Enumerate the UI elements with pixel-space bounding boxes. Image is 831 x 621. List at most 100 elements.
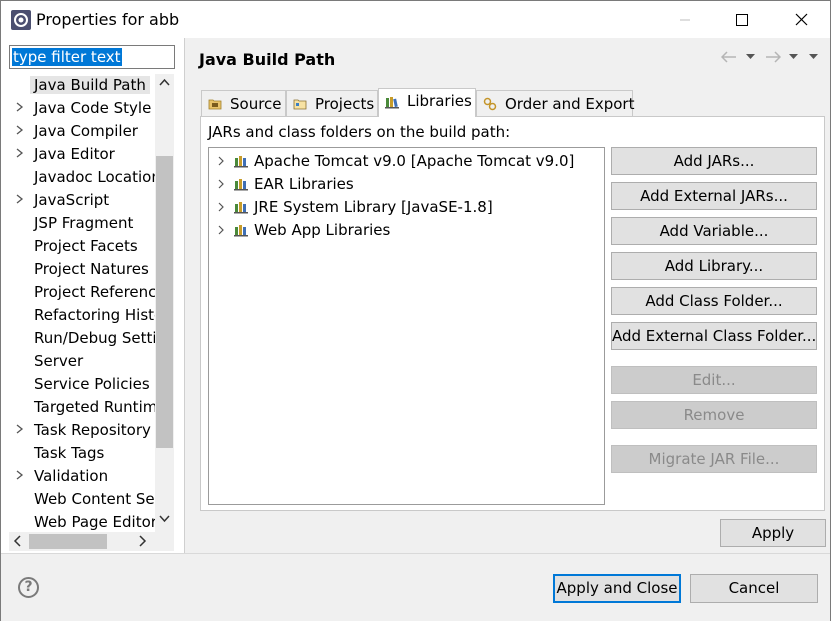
eclipse-app-icon: [11, 10, 31, 30]
add-external-class-folder-button[interactable]: Add External Class Folder...: [611, 322, 817, 350]
help-icon[interactable]: ?: [18, 577, 39, 598]
tree-item[interactable]: Project References: [9, 281, 155, 304]
tree-horizontal-scrollbar[interactable]: [9, 532, 174, 551]
tree-item-label: Server: [34, 352, 84, 370]
chevron-up-icon[interactable]: [159, 78, 170, 86]
scrollbar-thumb[interactable]: [156, 156, 173, 448]
add-variable-button[interactable]: Add Variable...: [611, 217, 817, 245]
property-page-tree: Java Build Path Java Code Style Java Compi…: [9, 74, 155, 533]
tree-item-label: Javadoc Location: [34, 168, 155, 186]
tree-item-label: Project References: [34, 283, 155, 301]
chevron-left-icon[interactable]: [13, 535, 21, 547]
tree-item[interactable]: Run/Debug Settings: [9, 327, 155, 350]
tree-item-label: Java Compiler: [34, 122, 138, 140]
chevron-down-icon[interactable]: [159, 515, 170, 523]
chevron-right-icon[interactable]: [217, 155, 226, 167]
tree-item-label: Run/Debug Settings: [34, 329, 155, 347]
tree-item[interactable]: Java Editor: [9, 143, 155, 166]
tree-item-label: Refactoring History: [34, 306, 155, 324]
order-export-icon: [483, 97, 497, 111]
source-folder-icon: [208, 99, 222, 110]
add-external-jars-button[interactable]: Add External JARs...: [611, 182, 817, 210]
window-title: Properties for abb: [36, 10, 180, 29]
library-item-label: EAR Libraries: [254, 175, 354, 193]
tree-item[interactable]: Targeted Runtimes: [9, 396, 155, 419]
dialog-footer: ? Apply and Close Cancel: [1, 553, 830, 621]
page-history-navigation: [721, 48, 825, 68]
chevron-right-icon[interactable]: [217, 201, 226, 213]
chevron-right-icon[interactable]: [15, 146, 25, 160]
tree-item[interactable]: Task Repository: [9, 419, 155, 442]
migrate-jar-button[interactable]: Migrate JAR File...: [611, 445, 817, 473]
tree-item[interactable]: JSP Fragment: [9, 212, 155, 235]
chevron-right-icon[interactable]: [15, 468, 25, 482]
tree-item-label: Web Page Editor: [34, 513, 155, 531]
library-item[interactable]: Web App Libraries: [209, 219, 604, 242]
view-menu-icon[interactable]: [809, 54, 818, 60]
tree-item-label: Task Tags: [34, 444, 105, 462]
scrollbar-thumb[interactable]: [29, 534, 107, 549]
tree-item[interactable]: Web Content Settings: [9, 488, 155, 511]
tree-item-label: Service Policies: [34, 375, 150, 393]
tree-vertical-scrollbar[interactable]: [155, 74, 174, 533]
remove-button[interactable]: Remove: [611, 401, 817, 429]
tree-item[interactable]: Service Policies: [9, 373, 155, 396]
add-jars-button[interactable]: Add JARs...: [611, 147, 817, 175]
tree-item[interactable]: Validation: [9, 465, 155, 488]
tree-item[interactable]: Javadoc Location: [9, 166, 155, 189]
tree-item[interactable]: Refactoring History: [9, 304, 155, 327]
tree-item-label: Java Build Path: [30, 76, 150, 94]
library-item[interactable]: Apache Tomcat v9.0 [Apache Tomcat v9.0]: [209, 150, 604, 173]
tab-libraries[interactable]: Libraries: [378, 88, 476, 117]
apply-button[interactable]: Apply: [720, 519, 826, 547]
libraries-tree[interactable]: Apache Tomcat v9.0 [Apache Tomcat v9.0] E…: [208, 147, 605, 505]
forward-arrow-icon[interactable]: [765, 51, 781, 63]
tree-item[interactable]: Java Build Path: [9, 74, 155, 97]
page-title: Java Build Path: [199, 50, 336, 69]
chevron-right-icon[interactable]: [217, 178, 226, 190]
tab-source[interactable]: Source: [201, 90, 286, 116]
projects-icon: [293, 99, 307, 110]
tree-item[interactable]: Java Compiler: [9, 120, 155, 143]
filter-input[interactable]: type filter text: [9, 45, 175, 69]
minimize-button[interactable]: [662, 1, 708, 38]
chevron-right-icon[interactable]: [15, 100, 25, 114]
tree-item-label: JSP Fragment: [34, 214, 134, 232]
chevron-right-icon[interactable]: [139, 535, 147, 547]
cancel-button[interactable]: Cancel: [690, 574, 818, 603]
chevron-right-icon[interactable]: [15, 192, 25, 206]
back-dropdown-icon[interactable]: [746, 54, 755, 60]
close-button[interactable]: [778, 1, 824, 38]
library-item[interactable]: JRE System Library [JavaSE-1.8]: [209, 196, 604, 219]
add-class-folder-button[interactable]: Add Class Folder...: [611, 287, 817, 315]
tab-order-and-export[interactable]: Order and Export: [476, 90, 635, 116]
tree-item-label: JavaScript: [34, 191, 110, 209]
tree-item[interactable]: Task Tags: [9, 442, 155, 465]
apply-and-close-button[interactable]: Apply and Close: [553, 574, 681, 603]
property-page-navigator: type filter text Java Build Path Java Cod…: [1, 38, 185, 553]
library-item[interactable]: EAR Libraries: [209, 173, 604, 196]
tree-item-label: Java Editor: [34, 145, 115, 163]
tree-item-label: Project Facets: [34, 237, 138, 255]
forward-dropdown-icon[interactable]: [789, 54, 798, 60]
tree-item[interactable]: Server: [9, 350, 155, 373]
tree-item[interactable]: Project Natures: [9, 258, 155, 281]
properties-dialog: Properties for abb type filter text Java…: [0, 0, 831, 621]
library-item-label: Apache Tomcat v9.0 [Apache Tomcat v9.0]: [254, 152, 575, 170]
maximize-button[interactable]: [719, 1, 765, 38]
add-library-button[interactable]: Add Library...: [611, 252, 817, 280]
chevron-right-icon[interactable]: [15, 123, 25, 137]
filter-text[interactable]: type filter text: [12, 48, 122, 66]
minimize-icon: [680, 19, 690, 20]
tab-projects[interactable]: Projects: [286, 90, 378, 116]
tree-item[interactable]: Web Page Editor: [9, 511, 155, 533]
chevron-right-icon[interactable]: [217, 224, 226, 236]
tree-item-label: Targeted Runtimes: [34, 398, 155, 416]
tree-item[interactable]: Project Facets: [9, 235, 155, 258]
edit-button[interactable]: Edit...: [611, 366, 817, 394]
tree-item-label: Validation: [34, 467, 109, 485]
chevron-right-icon[interactable]: [15, 422, 25, 436]
tree-item[interactable]: Java Code Style: [9, 97, 155, 120]
back-arrow-icon[interactable]: [721, 51, 737, 63]
tree-item[interactable]: JavaScript: [9, 189, 155, 212]
